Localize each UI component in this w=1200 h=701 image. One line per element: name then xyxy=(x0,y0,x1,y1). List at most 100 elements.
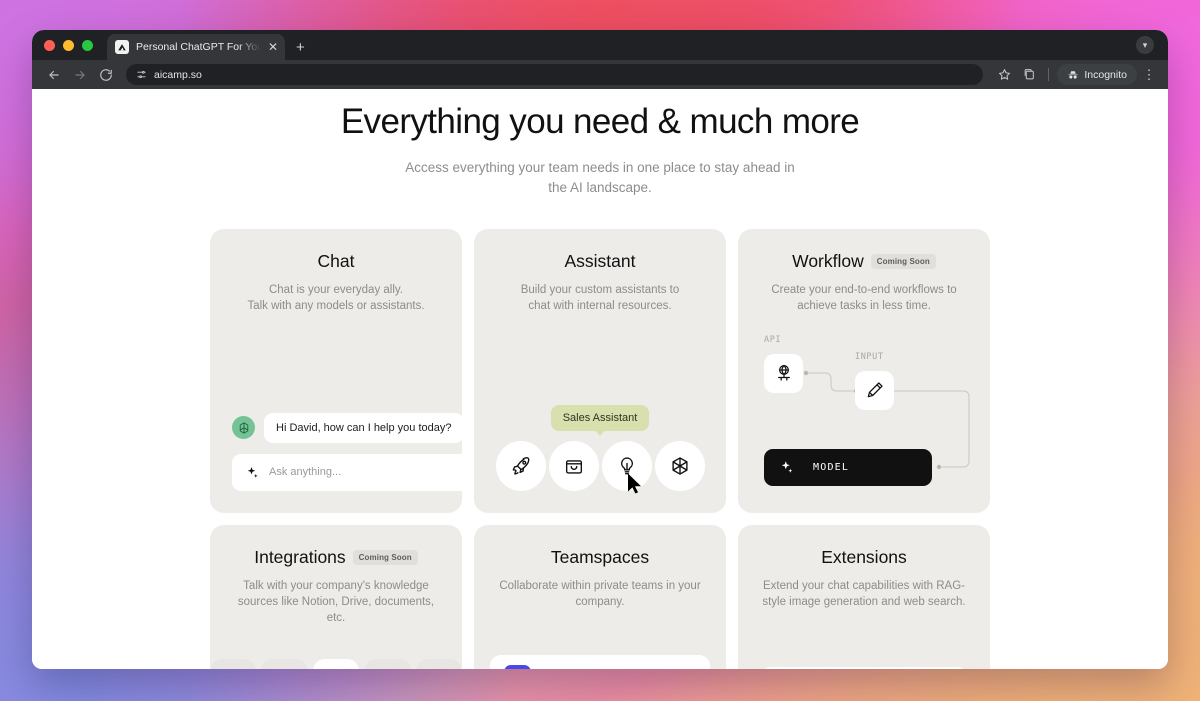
card-title: Extensions xyxy=(738,525,990,568)
back-arrow-icon[interactable] xyxy=(42,63,66,87)
card-title-text: Integrations xyxy=(254,546,346,567)
page-subtitle-line-2: the AI landscape. xyxy=(548,180,652,196)
toolbar-divider xyxy=(1048,68,1050,81)
integration-tile[interactable] xyxy=(364,658,411,669)
new-tab-button[interactable]: + xyxy=(296,40,305,55)
feature-card-teamspaces[interactable]: Teamspaces Collaborate within private te… xyxy=(474,524,726,669)
close-window-button[interactable] xyxy=(44,40,55,51)
card-title-text: Workflow xyxy=(792,250,864,271)
site-favicon xyxy=(115,40,129,54)
feature-card-integrations[interactable]: Integrations Coming Soon Talk with your … xyxy=(210,524,462,669)
card-title-text: Extensions xyxy=(821,546,907,567)
card-description: Talk with your company's knowledge sourc… xyxy=(210,578,462,627)
card-title: Integrations Coming Soon xyxy=(210,525,462,568)
openai-logo-icon xyxy=(232,416,255,439)
assistant-tooltip: Sales Assistant xyxy=(550,404,650,431)
card-description-line-2: achieve tasks in less time. xyxy=(797,299,931,312)
close-icon[interactable]: ✕ xyxy=(268,41,278,53)
feature-card-extensions[interactable]: Extensions Extend your chat capabilities… xyxy=(738,524,990,669)
workflow-input-label: INPUT xyxy=(855,351,884,362)
mouse-cursor-icon xyxy=(627,473,644,499)
card-title-text: Chat xyxy=(317,250,355,271)
chat-input-placeholder: Ask anything... xyxy=(269,466,342,478)
chevron-down-icon[interactable]: ▾ xyxy=(1136,36,1154,54)
rocket-icon[interactable] xyxy=(495,440,546,491)
feature-card-workflow[interactable]: Workflow Coming Soon Create your end-to-… xyxy=(738,228,990,513)
minimize-window-button[interactable] xyxy=(63,40,74,51)
chat-message-row: Hi David, how can I help you today? xyxy=(210,412,462,443)
feature-card-grid: Chat Chat is your everyday ally. Talk wi… xyxy=(210,228,990,669)
feature-card-assistant[interactable]: Assistant Build your custom assistants t… xyxy=(474,228,726,513)
browser-window: Personal ChatGPT For Your Te ✕ + ▾ aicam… xyxy=(32,30,1168,669)
pencil-icon xyxy=(855,370,894,410)
card-description-line-2: chat with internal resources. xyxy=(528,299,672,312)
incognito-label: Incognito xyxy=(1084,68,1127,81)
card-description-line-1: Extend your chat capabilities with RAG- xyxy=(763,579,965,592)
integration-tile[interactable] xyxy=(415,658,462,669)
browser-toolbar: aicamp.so Incognito ⋮ xyxy=(32,60,1168,89)
page-subtitle: Access everything your team needs in one… xyxy=(32,158,1168,199)
address-bar[interactable]: aicamp.so xyxy=(126,64,984,85)
kebab-menu-icon[interactable]: ⋮ xyxy=(1140,67,1158,83)
incognito-hat-icon xyxy=(1067,69,1079,81)
card-title: Assistant xyxy=(474,229,726,272)
workflow-model-label: MODEL xyxy=(813,461,850,473)
card-title: Teamspaces xyxy=(474,525,726,568)
agency-logo-icon xyxy=(504,665,531,669)
card-description-line-2: Talk with any models or assistants. xyxy=(247,299,425,312)
status-badge: Coming Soon xyxy=(870,253,936,269)
card-description-line-1: Build your custom assistants to xyxy=(520,283,680,296)
card-description: Build your custom assistants to chat wit… xyxy=(474,282,726,315)
card-description-line-1: Chat is your everyday ally. xyxy=(268,283,403,296)
card-title-text: Teamspaces xyxy=(550,546,650,567)
window-traffic-lights[interactable] xyxy=(44,40,93,60)
card-description: Extend your chat capabilities with RAG- … xyxy=(738,578,990,611)
card-description-line-3: etc. xyxy=(326,612,346,625)
feature-card-chat[interactable]: Chat Chat is your everyday ally. Talk wi… xyxy=(210,228,462,513)
card-title: Workflow Coming Soon xyxy=(738,229,990,272)
card-title: Chat xyxy=(210,229,462,272)
integration-tile-row xyxy=(210,658,462,669)
chat-preview: Hi David, how can I help you today? Ask … xyxy=(210,412,462,513)
card-description: Create your end-to-end workflows to achi… xyxy=(738,282,990,315)
tune-icon[interactable] xyxy=(136,69,147,80)
assistant-tooltip-wrap: Sales Assistant xyxy=(474,404,726,431)
globe-network-icon xyxy=(764,353,803,393)
workflow-model-node: MODEL xyxy=(764,448,932,486)
card-description-line-2: style image generation and web search. xyxy=(762,595,966,608)
chat-input[interactable]: Ask anything... xyxy=(232,453,462,491)
forward-arrow-icon[interactable] xyxy=(68,63,92,87)
workflow-api-label: API xyxy=(764,334,782,345)
hero-section: Everything you need & much more Access e… xyxy=(32,89,1168,199)
browser-tab-strip: Personal ChatGPT For Your Te ✕ + ▾ xyxy=(32,30,1168,60)
card-description: Chat is your everyday ally. Talk with an… xyxy=(210,282,462,315)
split-tab-icon[interactable] xyxy=(1018,64,1040,86)
integration-tile[interactable] xyxy=(210,658,257,669)
sparkle-icon xyxy=(779,459,795,475)
page-subtitle-line-1: Access everything your team needs in one… xyxy=(405,160,795,175)
teamspace-list-item[interactable]: Agency Rinia ▲ xyxy=(490,654,710,669)
integration-tile-active[interactable] xyxy=(312,658,360,669)
chat-message-bubble: Hi David, how can I help you today? xyxy=(264,412,462,443)
extension-list-item[interactable] xyxy=(760,666,968,669)
assistant-icon-row xyxy=(474,440,726,493)
browser-tab-title: Personal ChatGPT For Your Te xyxy=(136,41,261,53)
integration-tile[interactable] xyxy=(261,658,308,669)
shopping-bag-icon[interactable] xyxy=(548,440,599,491)
card-title-text: Assistant xyxy=(564,250,636,271)
card-description-line-2: sources like Notion, Drive, documents, xyxy=(237,595,435,608)
card-description-line-1: Create your end-to-end workflows to xyxy=(771,283,957,296)
star-icon[interactable] xyxy=(993,64,1015,86)
incognito-indicator[interactable]: Incognito xyxy=(1057,64,1137,85)
toolbar-actions: Incognito ⋮ xyxy=(993,64,1158,86)
maximize-window-button[interactable] xyxy=(82,40,93,51)
page-title: Everything you need & much more xyxy=(340,102,860,141)
browser-tab[interactable]: Personal ChatGPT For Your Te ✕ xyxy=(107,34,285,60)
assistant-preview: Sales Assistant xyxy=(474,404,726,493)
card-description-line-2: company. xyxy=(575,595,625,608)
status-badge: Coming Soon xyxy=(352,549,418,565)
page-content: Everything you need & much more Access e… xyxy=(32,89,1168,669)
cube-icon[interactable] xyxy=(654,440,705,491)
reload-icon[interactable] xyxy=(94,63,118,87)
address-bar-url: aicamp.so xyxy=(154,68,202,81)
